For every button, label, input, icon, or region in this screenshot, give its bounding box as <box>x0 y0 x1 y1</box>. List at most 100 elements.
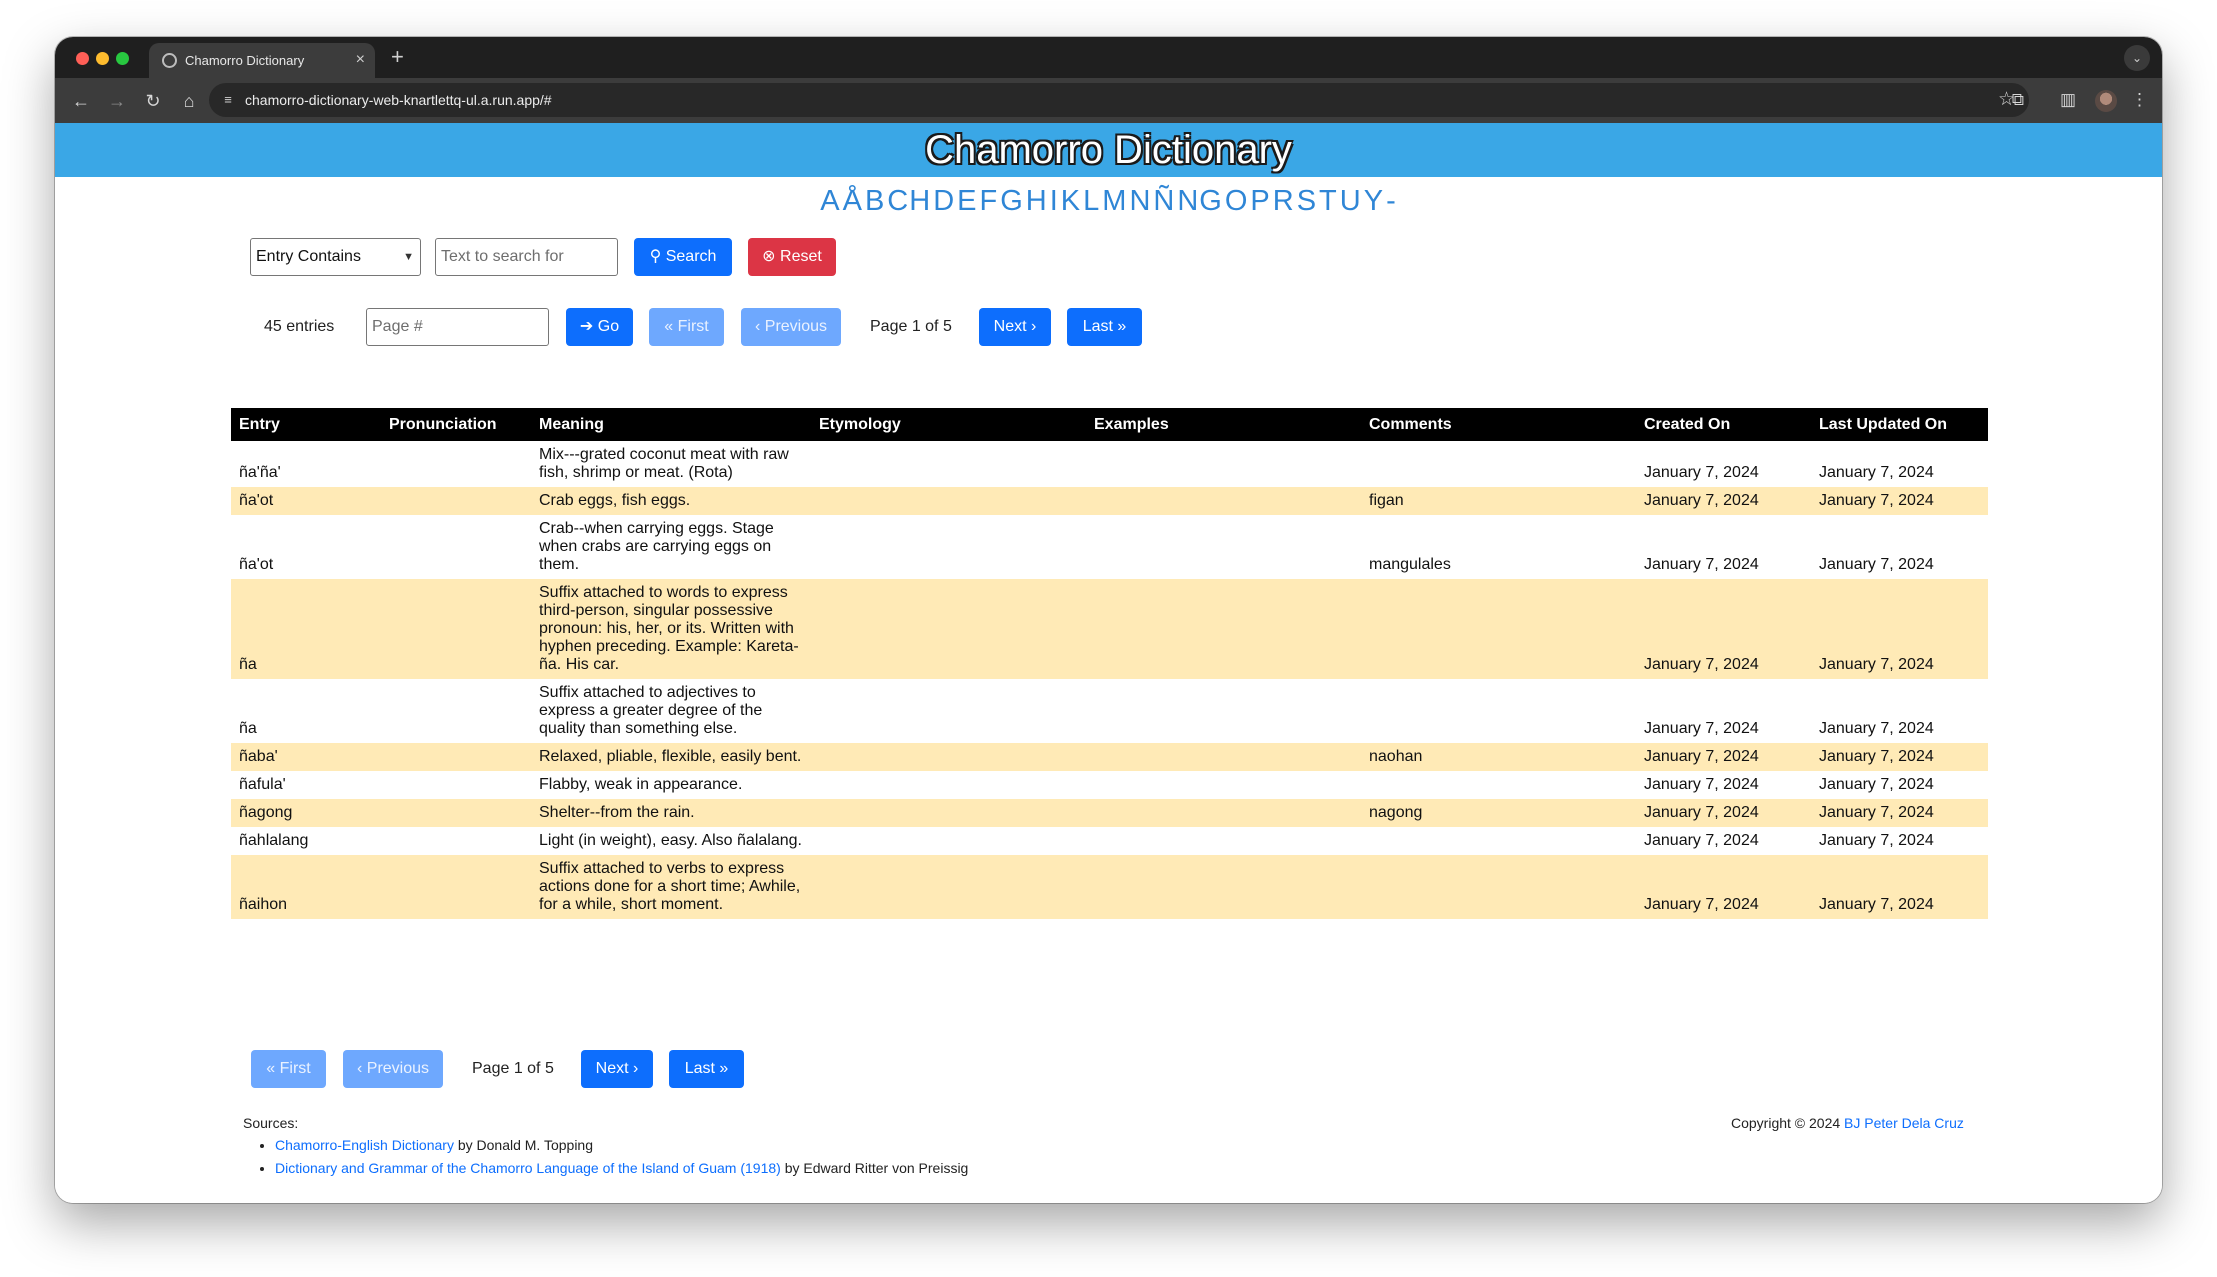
alphabet-letter-link[interactable]: CH <box>887 185 931 217</box>
url-text: chamorro-dictionary-web-knartlettq-ul.a.… <box>245 92 552 108</box>
alphabet-letter-link[interactable]: O <box>1225 185 1249 217</box>
column-header-examples[interactable]: Examples <box>1086 408 1361 441</box>
examples-cell <box>1086 855 1361 919</box>
comments-cell: mangulales <box>1369 556 1451 573</box>
alphabet-letter-link[interactable]: R <box>1273 185 1295 217</box>
alphabet-letter-link[interactable]: H <box>1026 185 1048 217</box>
bottom-next-page-button[interactable]: Next › <box>581 1050 653 1088</box>
meaning-cell: Crab--when carrying eggs. Stage when cra… <box>539 520 774 573</box>
maximize-window-button[interactable] <box>116 52 129 65</box>
column-header-entry[interactable]: Entry <box>231 408 381 441</box>
first-page-button[interactable]: « First <box>649 308 724 346</box>
column-header-meaning[interactable]: Meaning <box>531 408 811 441</box>
alphabet-letter-link[interactable]: Å <box>843 185 863 217</box>
bottom-previous-page-button[interactable]: ‹ Previous <box>343 1050 443 1088</box>
source-link[interactable]: Dictionary and Grammar of the Chamorro L… <box>275 1160 781 1176</box>
pronunciation-cell <box>381 799 531 827</box>
alphabet-letter-link[interactable]: U <box>1340 185 1362 217</box>
meaning-cell: Light (in weight), easy. Also ñalalang. <box>539 832 802 849</box>
globe-icon <box>162 53 177 68</box>
home-icon[interactable]: ⌂ <box>177 89 201 113</box>
go-button-label: Go <box>597 318 620 335</box>
alphabet-letter-link[interactable]: Ñ <box>1153 185 1175 217</box>
close-window-button[interactable] <box>76 52 89 65</box>
alphabet-letter-link[interactable]: T <box>1319 185 1338 217</box>
previous-page-label: Previous <box>366 1060 430 1077</box>
bottom-last-page-button[interactable]: Last » <box>669 1050 744 1088</box>
alphabet-letter-link[interactable]: Y <box>1364 185 1384 217</box>
next-page-button[interactable]: Next › <box>979 308 1051 346</box>
alphabet-letter-link[interactable]: D <box>933 185 955 217</box>
page-status: Page 1 of 5 <box>870 318 952 335</box>
column-header-etymology[interactable]: Etymology <box>811 408 1086 441</box>
alphabet-letter-link[interactable]: B <box>865 185 885 217</box>
entry-cell: ña <box>239 720 257 737</box>
minimize-window-button[interactable] <box>96 52 109 65</box>
site-settings-icon[interactable]: ≡ <box>219 91 237 109</box>
tab-search-chevron-icon[interactable]: ⌄ <box>2124 45 2150 71</box>
examples-cell <box>1086 441 1361 487</box>
more-menu-icon[interactable]: ⋮ <box>2131 89 2148 111</box>
extensions-icon[interactable]: ⧉ <box>2012 89 2024 111</box>
new-tab-icon[interactable]: + <box>391 45 404 69</box>
alphabet-letter-link[interactable]: P <box>1250 185 1270 217</box>
created-on-cell: January 7, 2024 <box>1636 799 1811 827</box>
alphabet-letter-link[interactable]: S <box>1297 185 1317 217</box>
alphabet-letter-link[interactable]: L <box>1083 185 1100 217</box>
alphabet-letter-link[interactable]: A <box>820 185 840 217</box>
page-number-input[interactable] <box>366 308 549 346</box>
column-header-comments[interactable]: Comments <box>1361 408 1636 441</box>
alphabet-letter-link[interactable]: F <box>979 185 998 217</box>
table-row: ñagong Shelter--from the rain. nagong Janua… <box>231 799 1988 827</box>
reload-icon[interactable]: ↻ <box>141 89 165 113</box>
source-link[interactable]: Chamorro-English Dictionary <box>275 1137 454 1153</box>
search-input[interactable] <box>435 238 618 276</box>
meaning-cell: Crab eggs, fish eggs. <box>531 487 811 515</box>
side-panel-icon[interactable]: ▥ <box>2060 89 2076 111</box>
pronunciation-cell <box>381 441 531 487</box>
column-header-last-updated-on[interactable]: Last Updated On <box>1811 408 1988 441</box>
sources-section: Sources: Chamorro-English Dictionary by … <box>243 1115 968 1183</box>
alphabet-letter-link[interactable]: I <box>1050 185 1059 217</box>
previous-page-button[interactable]: ‹ Previous <box>741 308 841 346</box>
etymology-cell <box>811 441 1086 487</box>
back-arrow-icon[interactable]: ← <box>69 89 93 113</box>
reset-button[interactable]: ⊗ Reset <box>748 238 836 276</box>
browser-tab[interactable]: Chamorro Dictionary × <box>149 43 375 78</box>
profile-avatar[interactable] <box>2095 90 2117 112</box>
last-page-button[interactable]: Last » <box>1067 308 1142 346</box>
forward-arrow-icon[interactable]: → <box>105 89 129 113</box>
comments-cell <box>1361 827 1636 855</box>
chevron-right-icon: › <box>1026 318 1037 335</box>
address-bar[interactable]: ≡ chamorro-dictionary-web-knartlettq-ul.… <box>209 83 2029 117</box>
table-row: ña'ot Crab--when carrying eggs. Stage whe… <box>231 515 1988 579</box>
alphabet-letter-link[interactable]: N <box>1129 185 1151 217</box>
comments-cell <box>1361 855 1636 919</box>
last-page-label: Last <box>684 1060 715 1077</box>
examples-cell <box>1086 771 1361 799</box>
alphabet-letter-link[interactable]: NG <box>1177 185 1223 217</box>
meaning-cell: Flabby, weak in appearance. <box>539 776 743 793</box>
site-header: Chamorro Dictionary <box>55 123 2162 177</box>
alphabet-letter-link[interactable]: - <box>1386 185 1397 217</box>
alphabet-letter-link[interactable]: M <box>1102 185 1127 217</box>
search-mode-select[interactable]: Entry Contains ▼ <box>250 238 421 276</box>
created-on-cell: January 7, 2024 <box>1644 556 1759 573</box>
created-on-cell: January 7, 2024 <box>1644 776 1759 793</box>
last-updated-on-cell: January 7, 2024 <box>1819 832 1934 849</box>
alphabet-letter-link[interactable]: G <box>1000 185 1024 217</box>
column-header-pronunciation[interactable]: Pronunciation <box>381 408 531 441</box>
tab-close-icon[interactable]: × <box>356 50 365 70</box>
examples-cell <box>1086 515 1361 579</box>
bottom-first-page-button[interactable]: « First <box>251 1050 326 1088</box>
author-link[interactable]: BJ Peter Dela Cruz <box>1844 1115 1964 1131</box>
browser-window: Chamorro Dictionary × + ⌄ ← → ↻ ⌂ ≡ cham… <box>55 37 2162 1203</box>
search-button[interactable]: ⚲ Search <box>634 238 732 276</box>
go-button[interactable]: ➔ Go <box>566 308 633 346</box>
entry-cell: ña'ot <box>239 556 274 573</box>
alphabet-letter-link[interactable]: E <box>957 185 977 217</box>
source-author: by Donald M. Topping <box>453 1137 594 1153</box>
column-header-created-on[interactable]: Created On <box>1636 408 1811 441</box>
examples-cell <box>1086 827 1361 855</box>
alphabet-letter-link[interactable]: K <box>1061 185 1081 217</box>
